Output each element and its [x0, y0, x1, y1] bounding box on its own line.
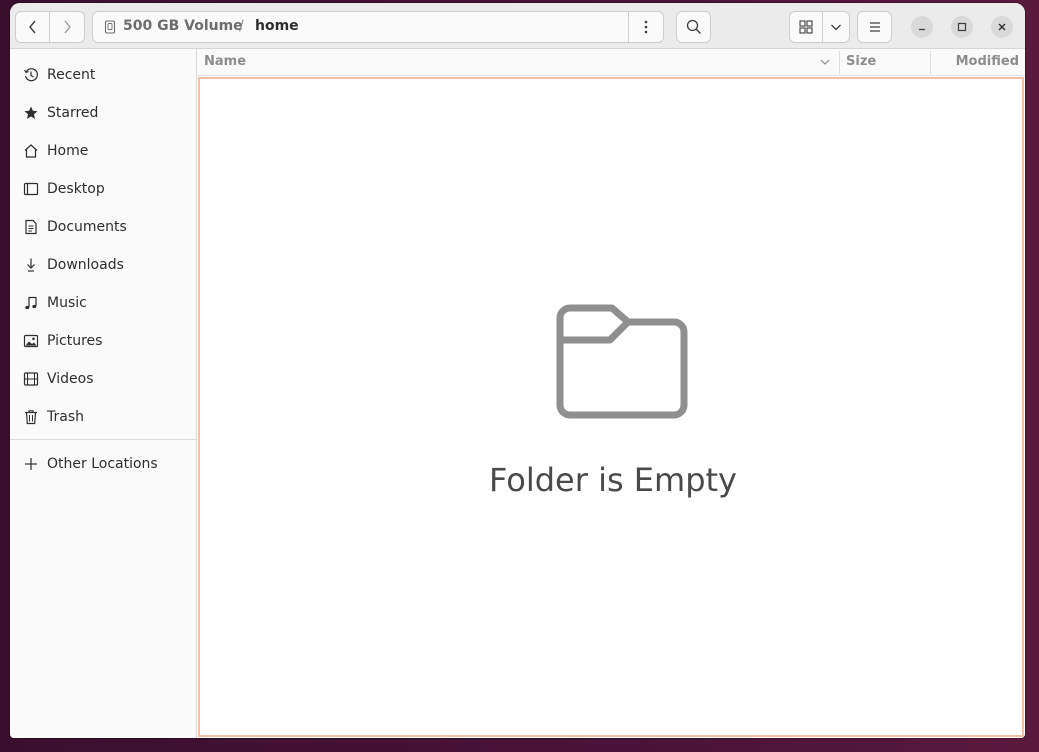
sidebar-item-label: Videos: [47, 371, 94, 387]
sidebar-item-label: Trash: [47, 409, 84, 425]
sidebar-item-trash[interactable]: Trash: [10, 399, 196, 435]
forward-button[interactable]: [49, 11, 85, 43]
path-segment-drive[interactable]: 500 GB Volume: [123, 18, 243, 34]
music-icon: [25, 296, 37, 310]
back-button[interactable]: [15, 11, 50, 43]
trash-icon: [25, 410, 37, 425]
sidebar-item-label: Starred: [47, 105, 99, 121]
path-separator: /: [239, 18, 244, 34]
folder-icon: [556, 304, 688, 419]
sidebar-item-label: Recent: [47, 67, 96, 83]
column-divider[interactable]: [930, 51, 931, 74]
drive-icon: [104, 20, 116, 34]
search-button[interactable]: [676, 11, 711, 43]
close-icon: [998, 23, 1006, 31]
video-icon: [23, 372, 39, 386]
sidebar: Recent Starred Home Desktop Documents Do…: [10, 49, 197, 738]
download-icon: [27, 258, 35, 272]
clock-icon: [24, 68, 38, 82]
sidebar-item-label: Pictures: [47, 333, 103, 349]
column-name-header[interactable]: Name: [204, 54, 246, 69]
document-icon: [25, 219, 37, 235]
sidebar-item-documents[interactable]: Documents: [10, 209, 196, 245]
path-segment-current[interactable]: home: [255, 18, 299, 34]
column-header: Name Size Modified: [197, 49, 1025, 76]
maximize-button[interactable]: [951, 16, 973, 38]
maximize-icon: [957, 22, 967, 32]
chevron-down-icon[interactable]: [819, 56, 831, 68]
desktop-icon: [23, 182, 39, 196]
search-icon: [686, 19, 701, 34]
file-view: Name Size Modified Folder is Empty: [197, 49, 1025, 738]
path-bar: 500 GB Volume / home: [92, 11, 664, 43]
sidebar-item-label: Music: [47, 295, 87, 311]
empty-folder-area[interactable]: Folder is Empty: [198, 77, 1024, 737]
view-options-dropdown[interactable]: [822, 11, 850, 43]
column-modified-header[interactable]: Modified: [956, 54, 1019, 69]
minimize-icon: [919, 28, 925, 31]
sidebar-item-desktop[interactable]: Desktop: [10, 171, 196, 207]
sidebar-item-label: Home: [47, 143, 89, 159]
close-button[interactable]: [991, 16, 1013, 38]
vertical-dots-icon: [644, 20, 648, 34]
header-bar: 500 GB Volume / home: [10, 3, 1025, 49]
sidebar-item-label: Downloads: [47, 257, 124, 273]
plus-icon: [25, 458, 37, 470]
main-menu-button[interactable]: [857, 11, 892, 43]
sidebar-item-downloads[interactable]: Downloads: [10, 247, 196, 283]
sidebar-divider: [10, 439, 196, 440]
column-size-header[interactable]: Size: [846, 54, 876, 69]
column-divider[interactable]: [839, 51, 840, 74]
grid-icon: [799, 20, 813, 34]
hamburger-icon: [869, 22, 880, 32]
chevron-right-icon: [64, 20, 71, 34]
sidebar-item-pictures[interactable]: Pictures: [10, 323, 196, 359]
sidebar-item-other-locations[interactable]: Other Locations: [10, 446, 196, 482]
picture-icon: [23, 334, 39, 348]
sidebar-item-home[interactable]: Home: [10, 133, 196, 169]
star-icon: [24, 106, 38, 119]
file-manager-window: 500 GB Volume / home Recent Starred Home…: [10, 3, 1025, 738]
chevron-left-icon: [28, 20, 36, 34]
path-menu-button[interactable]: [628, 12, 663, 42]
sidebar-item-videos[interactable]: Videos: [10, 361, 196, 397]
sidebar-item-recent[interactable]: Recent: [10, 57, 196, 93]
chevron-down-icon: [831, 24, 841, 31]
sidebar-item-label: Desktop: [47, 181, 105, 197]
home-icon: [24, 144, 38, 158]
empty-folder-message: Folder is Empty: [489, 461, 737, 499]
grid-view-button[interactable]: [789, 11, 823, 43]
sidebar-item-starred[interactable]: Starred: [10, 95, 196, 131]
sidebar-item-label: Documents: [47, 219, 127, 235]
sidebar-item-label: Other Locations: [47, 456, 158, 472]
minimize-button[interactable]: [911, 16, 933, 38]
sidebar-item-music[interactable]: Music: [10, 285, 196, 321]
